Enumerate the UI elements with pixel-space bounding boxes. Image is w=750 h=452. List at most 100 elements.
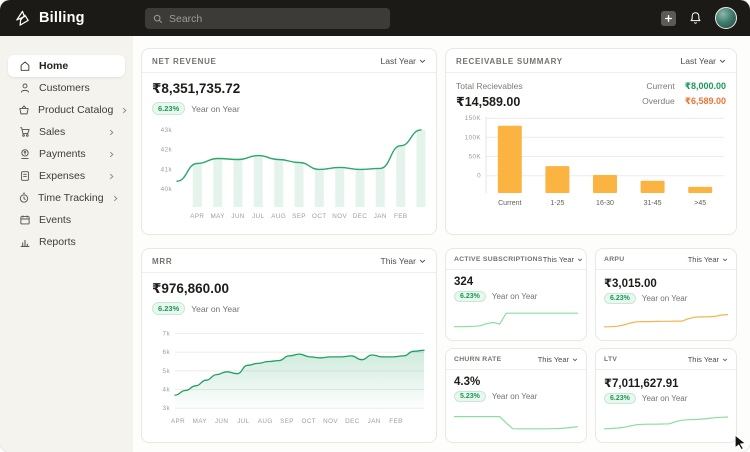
ltv-value: ₹7,011,627.91 bbox=[604, 376, 728, 390]
card-title: LTV bbox=[604, 356, 617, 363]
delta-badge: 6.23% bbox=[152, 102, 185, 115]
period-label: This Year bbox=[381, 256, 416, 266]
overdue-label: Overdue bbox=[642, 96, 675, 106]
sidebar-item-reports[interactable]: Reports bbox=[8, 231, 125, 253]
delta-caption: Year on Year bbox=[642, 394, 688, 403]
plus-icon bbox=[664, 14, 673, 23]
svg-text:16-30: 16-30 bbox=[596, 200, 614, 207]
bell-icon bbox=[689, 11, 702, 25]
svg-text:41k: 41k bbox=[161, 166, 173, 173]
svg-text:DEC: DEC bbox=[353, 213, 368, 220]
sidebar-item-payments[interactable]: Payments bbox=[8, 143, 125, 165]
sidebar-item-label: Reports bbox=[39, 236, 76, 248]
svg-text:100K: 100K bbox=[465, 134, 482, 141]
receivable-totals: Total Recievables ₹14,589.00 Current ₹8,… bbox=[456, 81, 726, 109]
current-label: Current bbox=[642, 81, 675, 91]
card-title: RECEIVABLE SUMMARY bbox=[456, 57, 563, 66]
active-subscriptions-value: 324 bbox=[454, 276, 578, 288]
receivable-aging-chart: 150K100K50K0Current1-2516-3031-45>45 bbox=[456, 113, 726, 218]
card-title: ACTIVE SUBSCRIPTIONS bbox=[454, 256, 543, 263]
chevron-down-icon bbox=[572, 358, 578, 362]
chevron-down-icon bbox=[577, 258, 583, 262]
chevron-down-icon bbox=[722, 358, 728, 362]
delta-caption: Year on Year bbox=[642, 294, 688, 303]
delta-caption: Year on Year bbox=[492, 292, 538, 301]
svg-text:JUN: JUN bbox=[231, 213, 244, 220]
sidebar-item-label: Time Tracking bbox=[38, 192, 104, 204]
svg-text:MAY: MAY bbox=[193, 418, 208, 425]
net-revenue-chart: 43k42k41k40kAPRMAYJUNJULAUGSEPOCTNOVDECJ… bbox=[152, 119, 426, 226]
card-title: NET REVENUE bbox=[152, 57, 217, 66]
card-title: ARPU bbox=[604, 256, 624, 263]
svg-text:6k: 6k bbox=[163, 349, 171, 356]
sidebar-item-expenses[interactable]: Expenses bbox=[8, 165, 125, 187]
sidebar-item-home[interactable]: Home bbox=[8, 55, 125, 77]
arpu-sparkline bbox=[604, 309, 728, 331]
churn-rate-sparkline bbox=[454, 411, 578, 433]
receivable-breakdown: Current ₹8,000.00 Overdue ₹6,589.00 bbox=[642, 81, 726, 107]
period-selector[interactable]: This Year bbox=[543, 255, 583, 264]
search-bar[interactable] bbox=[145, 8, 390, 29]
period-label: This Year bbox=[543, 255, 574, 264]
svg-text:OCT: OCT bbox=[302, 418, 317, 425]
period-selector[interactable]: This Year bbox=[688, 255, 728, 264]
mrr-card: MRR This Year ₹976,860.00 6.23% Year on … bbox=[141, 248, 437, 443]
period-selector[interactable]: Last Year bbox=[681, 56, 726, 66]
svg-text:3k: 3k bbox=[163, 405, 171, 412]
chevron-right-icon bbox=[108, 151, 115, 158]
card-header: MRR This Year bbox=[142, 249, 436, 273]
sidebar-item-customers[interactable]: Customers bbox=[8, 77, 125, 99]
period-label: This Year bbox=[538, 355, 569, 364]
delta-badge: 6.23% bbox=[604, 293, 636, 304]
svg-text:NOV: NOV bbox=[332, 213, 347, 220]
svg-text:5k: 5k bbox=[163, 368, 171, 375]
card-title: MRR bbox=[152, 257, 172, 266]
brand: Billing bbox=[0, 9, 85, 28]
period-selector[interactable]: This Year bbox=[538, 355, 578, 364]
svg-text:FEB: FEB bbox=[394, 213, 407, 220]
churn-rate-value: 4.3% bbox=[454, 376, 578, 388]
sidebar-item-events[interactable]: Events bbox=[8, 209, 125, 231]
svg-text:DEC: DEC bbox=[345, 418, 360, 425]
product-catalog-icon bbox=[18, 104, 30, 116]
mrr-chart: 7k6k5k4k3kAPRMAYJUNJULAUGSEPOCTNOVDECJAN… bbox=[152, 319, 426, 438]
svg-text:NOV: NOV bbox=[323, 418, 338, 425]
period-label: Last Year bbox=[381, 56, 416, 66]
svg-text:1-25: 1-25 bbox=[550, 200, 564, 207]
total-receivables-value: ₹14,589.00 bbox=[456, 94, 523, 109]
period-selector[interactable]: This Year bbox=[381, 256, 426, 266]
ltv-sparkline bbox=[604, 411, 728, 433]
add-new-button[interactable] bbox=[661, 11, 676, 26]
sidebar-item-sales[interactable]: Sales bbox=[8, 121, 125, 143]
svg-text:50K: 50K bbox=[469, 154, 482, 161]
period-selector[interactable]: Last Year bbox=[381, 56, 426, 66]
sidebar-item-label: Events bbox=[39, 214, 71, 226]
svg-text:SEP: SEP bbox=[292, 213, 306, 220]
svg-text:SEP: SEP bbox=[280, 418, 294, 425]
active-subscriptions-card: ACTIVE SUBSCRIPTIONS This Year 324 6.23%… bbox=[445, 248, 587, 341]
notifications-button[interactable] bbox=[689, 11, 702, 25]
svg-text:MAY: MAY bbox=[211, 213, 226, 220]
topbar-actions bbox=[661, 7, 750, 29]
sidebar-item-label: Sales bbox=[39, 126, 65, 138]
avatar[interactable] bbox=[715, 7, 737, 29]
sidebar-item-product-catalog[interactable]: Product Catalog bbox=[8, 99, 125, 121]
kpi-grid: ACTIVE SUBSCRIPTIONS This Year 324 6.23%… bbox=[445, 248, 737, 443]
dashboard: NET REVENUE Last Year ₹8,351,735.72 6.23… bbox=[133, 36, 750, 452]
sidebar-item-label: Expenses bbox=[39, 170, 85, 182]
sales-icon bbox=[18, 126, 31, 138]
svg-text:40k: 40k bbox=[161, 186, 173, 193]
svg-text:JAN: JAN bbox=[374, 213, 387, 220]
net-revenue-card: NET REVENUE Last Year ₹8,351,735.72 6.23… bbox=[141, 48, 437, 235]
customers-icon bbox=[18, 82, 31, 94]
payments-icon bbox=[18, 148, 31, 160]
total-receivables-label: Total Recievables bbox=[456, 81, 523, 91]
card-header: ARPU This Year bbox=[596, 249, 736, 270]
svg-text:JUL: JUL bbox=[252, 213, 264, 220]
sidebar-item-time-tracking[interactable]: Time Tracking bbox=[8, 187, 125, 209]
net-revenue-value: ₹8,351,735.72 bbox=[152, 81, 426, 97]
svg-text:FEB: FEB bbox=[389, 418, 402, 425]
search-input[interactable] bbox=[169, 13, 382, 25]
period-selector[interactable]: This Year bbox=[688, 355, 728, 364]
svg-text:AUG: AUG bbox=[271, 213, 286, 220]
